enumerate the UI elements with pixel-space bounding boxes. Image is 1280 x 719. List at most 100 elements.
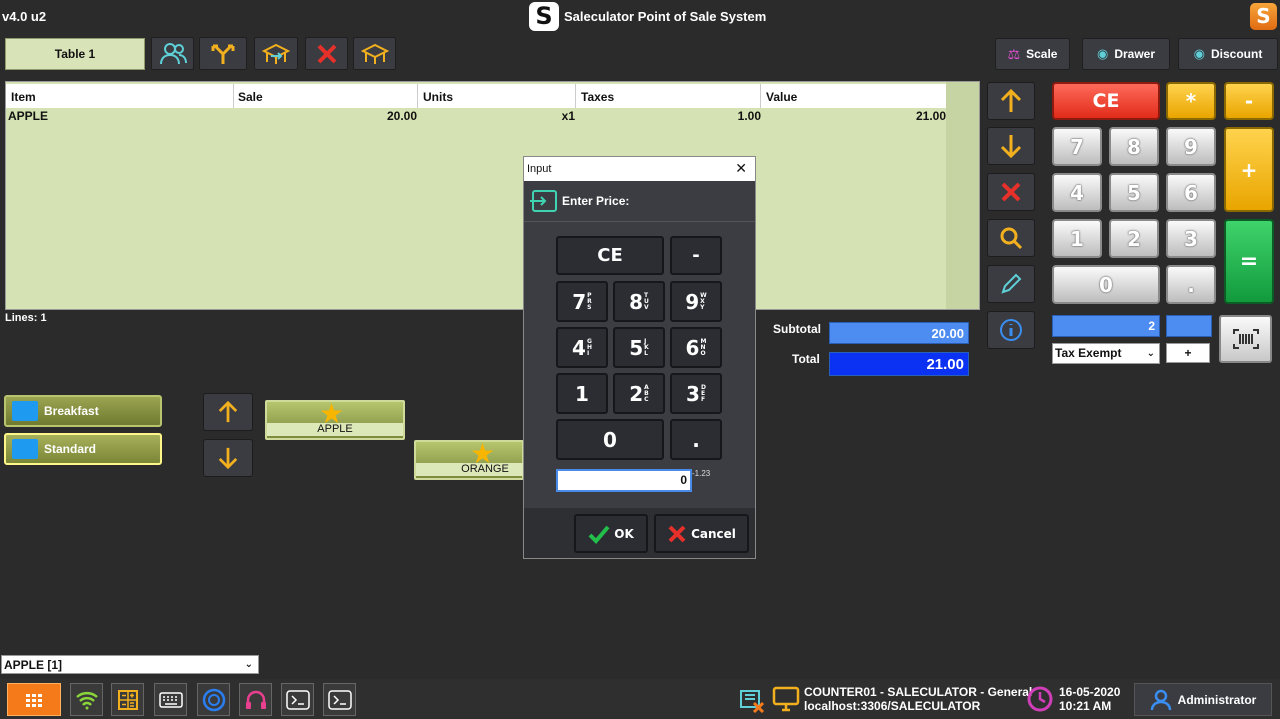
category-breakfast[interactable]: Breakfast bbox=[4, 395, 162, 427]
tax-select[interactable]: Tax Exempt ⌄ bbox=[1052, 343, 1160, 364]
key-6[interactable]: 6 bbox=[1166, 173, 1216, 212]
dialog-titlebar: Input ✕ bbox=[524, 157, 755, 181]
dialog-key-0[interactable]: 0 bbox=[556, 419, 664, 460]
close-icon bbox=[1001, 182, 1021, 202]
search-product-button[interactable] bbox=[987, 219, 1035, 257]
price-input[interactable]: 0 bbox=[556, 469, 692, 492]
key-dot[interactable]: . bbox=[1166, 265, 1216, 304]
terminal-icon bbox=[327, 689, 352, 710]
key-7[interactable]: 7 bbox=[1052, 127, 1102, 166]
menu-button[interactable] bbox=[7, 683, 61, 716]
dialog-key-9[interactable]: 9WXY bbox=[670, 281, 722, 322]
info-icon bbox=[1000, 319, 1022, 341]
barcode-button[interactable] bbox=[1219, 315, 1272, 363]
console-button[interactable] bbox=[323, 683, 356, 716]
grid-scrollbar[interactable] bbox=[946, 82, 979, 309]
info-button[interactable] bbox=[987, 311, 1035, 349]
headset-icon bbox=[245, 690, 266, 709]
drawer-button[interactable]: ◉ Drawer bbox=[1082, 38, 1170, 70]
product-apple[interactable]: ★ APPLE bbox=[265, 400, 405, 440]
tables-button[interactable] bbox=[353, 37, 396, 70]
dialog-key-dot[interactable]: . bbox=[670, 419, 722, 460]
equals-key[interactable]: = bbox=[1224, 219, 1274, 304]
delete-line-button[interactable] bbox=[987, 173, 1035, 211]
counter-label: COUNTER01 - SALECULATOR - General bbox=[804, 685, 1033, 699]
column-units: Units bbox=[423, 90, 453, 104]
user-button[interactable]: Administrator bbox=[1134, 683, 1272, 716]
lines-count: Lines: 1 bbox=[5, 312, 47, 324]
line-up-button[interactable] bbox=[987, 82, 1035, 120]
dialog-key-7[interactable]: 7PRS bbox=[556, 281, 608, 322]
key-letters: ABC bbox=[644, 383, 649, 403]
drawer-icon: ◉ bbox=[1096, 46, 1109, 61]
dialog-key-5[interactable]: 5JKL bbox=[613, 327, 665, 368]
grid-icon bbox=[26, 693, 42, 707]
total-value: 21.00 bbox=[829, 352, 969, 376]
network-button[interactable] bbox=[197, 683, 230, 716]
dialog-clear-key[interactable]: CE bbox=[556, 236, 664, 275]
row-units: x1 bbox=[561, 109, 575, 123]
row-taxes: 1.00 bbox=[737, 109, 761, 123]
quantity-field[interactable]: 2 bbox=[1052, 315, 1160, 337]
search-icon bbox=[1000, 227, 1023, 250]
wifi-button[interactable] bbox=[70, 683, 103, 716]
terminal-button[interactable] bbox=[281, 683, 314, 716]
input-hint: -1.23 bbox=[692, 469, 711, 478]
price-field[interactable] bbox=[1166, 315, 1212, 337]
move-table-button[interactable] bbox=[254, 37, 298, 70]
dialog-key-4[interactable]: 4GHI bbox=[556, 327, 608, 368]
key-4[interactable]: 4 bbox=[1052, 173, 1102, 212]
key-5[interactable]: 5 bbox=[1109, 173, 1159, 212]
category-standard[interactable]: Standard bbox=[4, 433, 162, 465]
key-3[interactable]: 3 bbox=[1166, 219, 1216, 258]
support-button[interactable] bbox=[239, 683, 272, 716]
column-item: Item bbox=[11, 90, 36, 104]
row-sale: 20.00 bbox=[386, 109, 417, 123]
dialog-key-6[interactable]: 6MNO bbox=[670, 327, 722, 368]
key-1[interactable]: 1 bbox=[1052, 219, 1102, 258]
discount-button[interactable]: ◉ Discount bbox=[1178, 38, 1278, 70]
table-button[interactable]: Table 1 bbox=[5, 38, 145, 70]
scale-button[interactable]: ⚖ Scale bbox=[995, 38, 1070, 70]
line-down-button[interactable] bbox=[987, 127, 1035, 165]
product-select[interactable]: APPLE [1] ⌄ bbox=[1, 655, 259, 674]
product-orange[interactable]: ★ ORANGE bbox=[414, 440, 554, 480]
multiply-key[interactable]: * bbox=[1166, 82, 1216, 120]
category-down-button[interactable] bbox=[203, 439, 253, 477]
cancel-button[interactable]: Cancel bbox=[654, 514, 749, 553]
column-taxes: Taxes bbox=[581, 90, 615, 104]
dialog-minus-key[interactable]: - bbox=[670, 236, 722, 275]
dialog-title: Input bbox=[527, 163, 552, 175]
plus-key[interactable]: + bbox=[1224, 127, 1274, 212]
tax-add-button[interactable]: + bbox=[1166, 343, 1210, 363]
subtotal-label: Subtotal bbox=[773, 322, 821, 336]
calculator-button[interactable] bbox=[111, 683, 144, 716]
dialog-key-1[interactable]: 1 bbox=[556, 373, 608, 414]
dialog-key-2[interactable]: 2ABC bbox=[613, 373, 665, 414]
column-value: Value bbox=[766, 90, 798, 104]
dialog-key-3[interactable]: 3DEF bbox=[670, 373, 722, 414]
customers-button[interactable] bbox=[151, 37, 194, 70]
close-icon[interactable]: ✕ bbox=[735, 160, 747, 177]
key-2[interactable]: 2 bbox=[1109, 219, 1159, 258]
key-0[interactable]: 0 bbox=[1052, 265, 1160, 304]
subtotal-value: 20.00 bbox=[829, 322, 969, 344]
clear-key[interactable]: CE bbox=[1052, 82, 1160, 120]
split-icon bbox=[211, 44, 235, 64]
table-row[interactable]: APPLE 20.00 x1 1.00 21.00 bbox=[6, 108, 946, 124]
minus-key[interactable]: - bbox=[1224, 82, 1274, 120]
edit-line-button[interactable] bbox=[987, 265, 1035, 303]
dialog-key-8[interactable]: 8TUV bbox=[613, 281, 665, 322]
split-ticket-button[interactable] bbox=[199, 37, 247, 70]
row-value: 21.00 bbox=[915, 109, 946, 123]
keyboard-button[interactable] bbox=[154, 683, 187, 716]
arrow-up-icon bbox=[1000, 88, 1022, 112]
ticket-grid[interactable]: Item Sale Units Taxes Value APPLE 20.00 … bbox=[5, 81, 980, 310]
key-8[interactable]: 8 bbox=[1109, 127, 1159, 166]
delete-ticket-button[interactable] bbox=[305, 37, 348, 70]
chevron-down-icon: ⌄ bbox=[244, 659, 253, 670]
ok-button[interactable]: OK bbox=[574, 514, 648, 553]
category-up-button[interactable] bbox=[203, 393, 253, 431]
key-9[interactable]: 9 bbox=[1166, 127, 1216, 166]
printer-offline-icon bbox=[738, 685, 766, 718]
